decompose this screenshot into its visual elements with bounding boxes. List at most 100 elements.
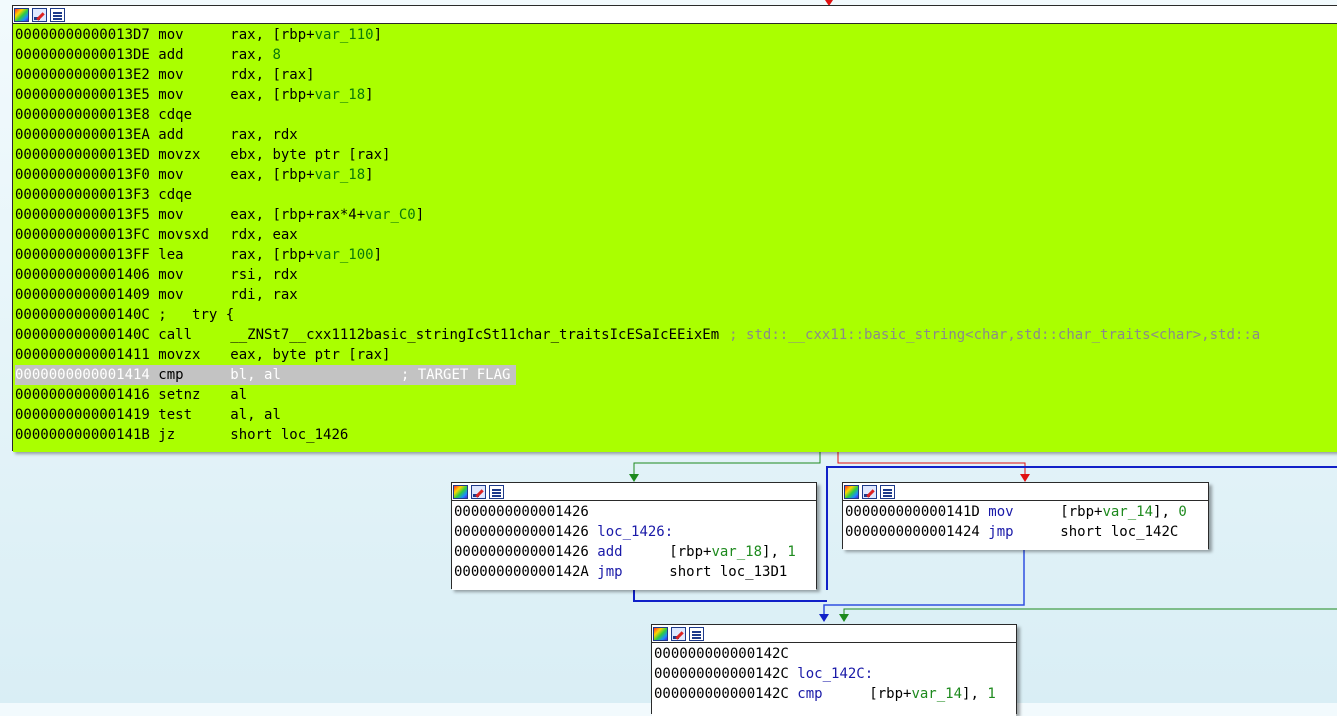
mnemonic: call [158, 327, 193, 343]
xrefs-icon[interactable] [880, 484, 895, 499]
operand: rdx, eax [230, 225, 297, 245]
code-line: 0000000000001426 [454, 502, 816, 522]
operand-text: rdi, rax [230, 287, 298, 303]
operand: rax, [rbp+var_110] [230, 25, 382, 45]
edge-jz-true-arrow [629, 474, 639, 482]
operand-text: al, al [230, 407, 281, 423]
mnemonic: add [158, 127, 184, 143]
code-line: 000000000000142A jmp short loc_13D1 [454, 562, 816, 582]
address: 0000000000001419 [15, 407, 150, 423]
operand: rsi, rdx [230, 265, 297, 285]
operand-var: var_18 [314, 87, 366, 103]
operand-var: 8 [272, 47, 281, 63]
operand: rdi, rax [230, 285, 297, 305]
mnemonic: lea [158, 247, 184, 263]
code-line: 0000000000001414 cmp bl, al ; TARGET FLAG [15, 365, 1337, 385]
code-line: 000000000000141D mov [rbp+var_14], 0 [845, 502, 1208, 522]
code-line: 00000000000013F3 cdqe [15, 185, 1337, 205]
xrefs-icon[interactable] [689, 626, 704, 641]
edit-node-icon[interactable] [471, 484, 486, 499]
mnemonic: loc_1426: [597, 524, 674, 540]
main-code-block[interactable]: 00000000000013D7 mov rax, [rbp+var_110] 00… [12, 5, 1337, 452]
operand-text: ] [373, 247, 383, 263]
block-141D-body: 000000000000141D mov [rbp+var_14], 0 00000… [843, 501, 1208, 550]
operand-text: ] [415, 207, 425, 223]
xrefs-icon[interactable] [489, 484, 504, 499]
code-line: 0000000000001424 jmp short loc_142C [845, 522, 1208, 542]
edge-green-142C [843, 608, 1337, 617]
mnemonic: test [158, 407, 193, 423]
mnemonic: mov [988, 504, 1014, 520]
operand: eax, byte ptr [rax] [230, 345, 390, 365]
code-line: 00000000000013EA add rax, rdx [15, 125, 1337, 145]
block-loc-142C[interactable]: 000000000000142C 000000000000142C loc_14… [651, 624, 1017, 716]
operand-text: ], [762, 544, 788, 560]
mnemonic: jmp [988, 524, 1014, 540]
mnemonic: mov [158, 267, 184, 283]
block-loc-1426[interactable]: 0000000000001426 0000000000001426 loc_14… [451, 482, 817, 590]
mnemonic: mov [158, 27, 184, 43]
node-header [843, 483, 1208, 501]
mnemonic: mov [158, 207, 184, 223]
mnemonic: movsxd [158, 227, 209, 243]
address: 00000000000013E2 [15, 67, 150, 83]
address: 00000000000013DE [15, 47, 150, 63]
operand-text: rax, [rbp+ [230, 27, 315, 43]
code-line: 000000000000141B jz short loc_1426 [15, 425, 1337, 445]
edit-node-icon[interactable] [862, 484, 877, 499]
edge-jz-false [837, 450, 1026, 477]
operand: rax, rdx [230, 125, 297, 145]
address: 00000000000013FC [15, 227, 150, 243]
code-line: 000000000000142C loc_142C: [654, 664, 1016, 684]
main-block-body: 00000000000013D7 mov rax, [rbp+var_110] 00… [13, 24, 1337, 452]
operand-text: short loc_142C [1060, 524, 1179, 540]
mnemonic: cdqe [158, 107, 193, 123]
mnemonic: movzx [158, 147, 201, 163]
address: 00000000000013E5 [15, 87, 150, 103]
edge-green-142C-arrow [839, 614, 849, 622]
code-line: 00000000000013FF lea rax, [rbp+var_100] [15, 245, 1337, 265]
code-line: 0000000000001416 setnz al [15, 385, 1337, 405]
edit-node-icon[interactable] [32, 7, 47, 22]
operand-var: var_100 [314, 247, 374, 263]
xrefs-icon[interactable] [50, 7, 65, 22]
address: 00000000000013FF [15, 247, 150, 263]
operand-text: short loc_1426 [230, 427, 349, 443]
address: 00000000000013F3 [15, 187, 150, 203]
graph-overview-icon[interactable] [453, 484, 468, 499]
address: 000000000000142C [654, 686, 789, 702]
mnemonic: add [158, 47, 184, 63]
address: 0000000000001416 [15, 387, 150, 403]
operand-text: al [230, 387, 248, 403]
code-line: 00000000000013D7 mov rax, [rbp+var_110] [15, 25, 1337, 45]
address: 0000000000001426 [454, 544, 589, 560]
mnemonic: movzx [158, 347, 201, 363]
address: 0000000000001414 [15, 367, 150, 383]
code-line: 00000000000013E8 cdqe [15, 105, 1337, 125]
operand: rax, 8 [230, 45, 281, 65]
operand-text: rdx, [rax] [230, 67, 315, 83]
address: 0000000000001426 [454, 524, 589, 540]
code-line: 0000000000001411 movzx eax, byte ptr [rax… [15, 345, 1337, 365]
address: 00000000000013F5 [15, 207, 150, 223]
mnemonic: cdqe [158, 187, 193, 203]
graph-overview-icon[interactable] [844, 484, 859, 499]
address: 000000000000142A [454, 564, 589, 580]
operand-text: [rbp+ [1060, 504, 1103, 520]
address: 000000000000142C [654, 646, 789, 662]
operand: eax, [rbp+var_18] [230, 85, 373, 105]
edge-jz-false-arrow [1020, 474, 1030, 482]
graph-overview-icon[interactable] [14, 7, 29, 22]
block-141D[interactable]: 000000000000141D mov [rbp+var_14], 0 00000… [842, 482, 1209, 550]
code-line: 0000000000001426 loc_1426: [454, 522, 816, 542]
edit-node-icon[interactable] [671, 626, 686, 641]
operand-number: 0 [1178, 504, 1187, 520]
mnemonic: jmp [597, 564, 623, 580]
operand-text: eax, [rbp+rax*4+ [230, 207, 366, 223]
graph-overview-icon[interactable] [653, 626, 668, 641]
address: 0000000000001426 [454, 504, 589, 520]
code-line: 00000000000013F5 mov eax, [rbp+rax*4+var_… [15, 205, 1337, 225]
operand: rax, [rbp+var_100] [230, 245, 382, 265]
address: 0000000000001424 [845, 524, 980, 540]
mnemonic: add [597, 544, 623, 560]
